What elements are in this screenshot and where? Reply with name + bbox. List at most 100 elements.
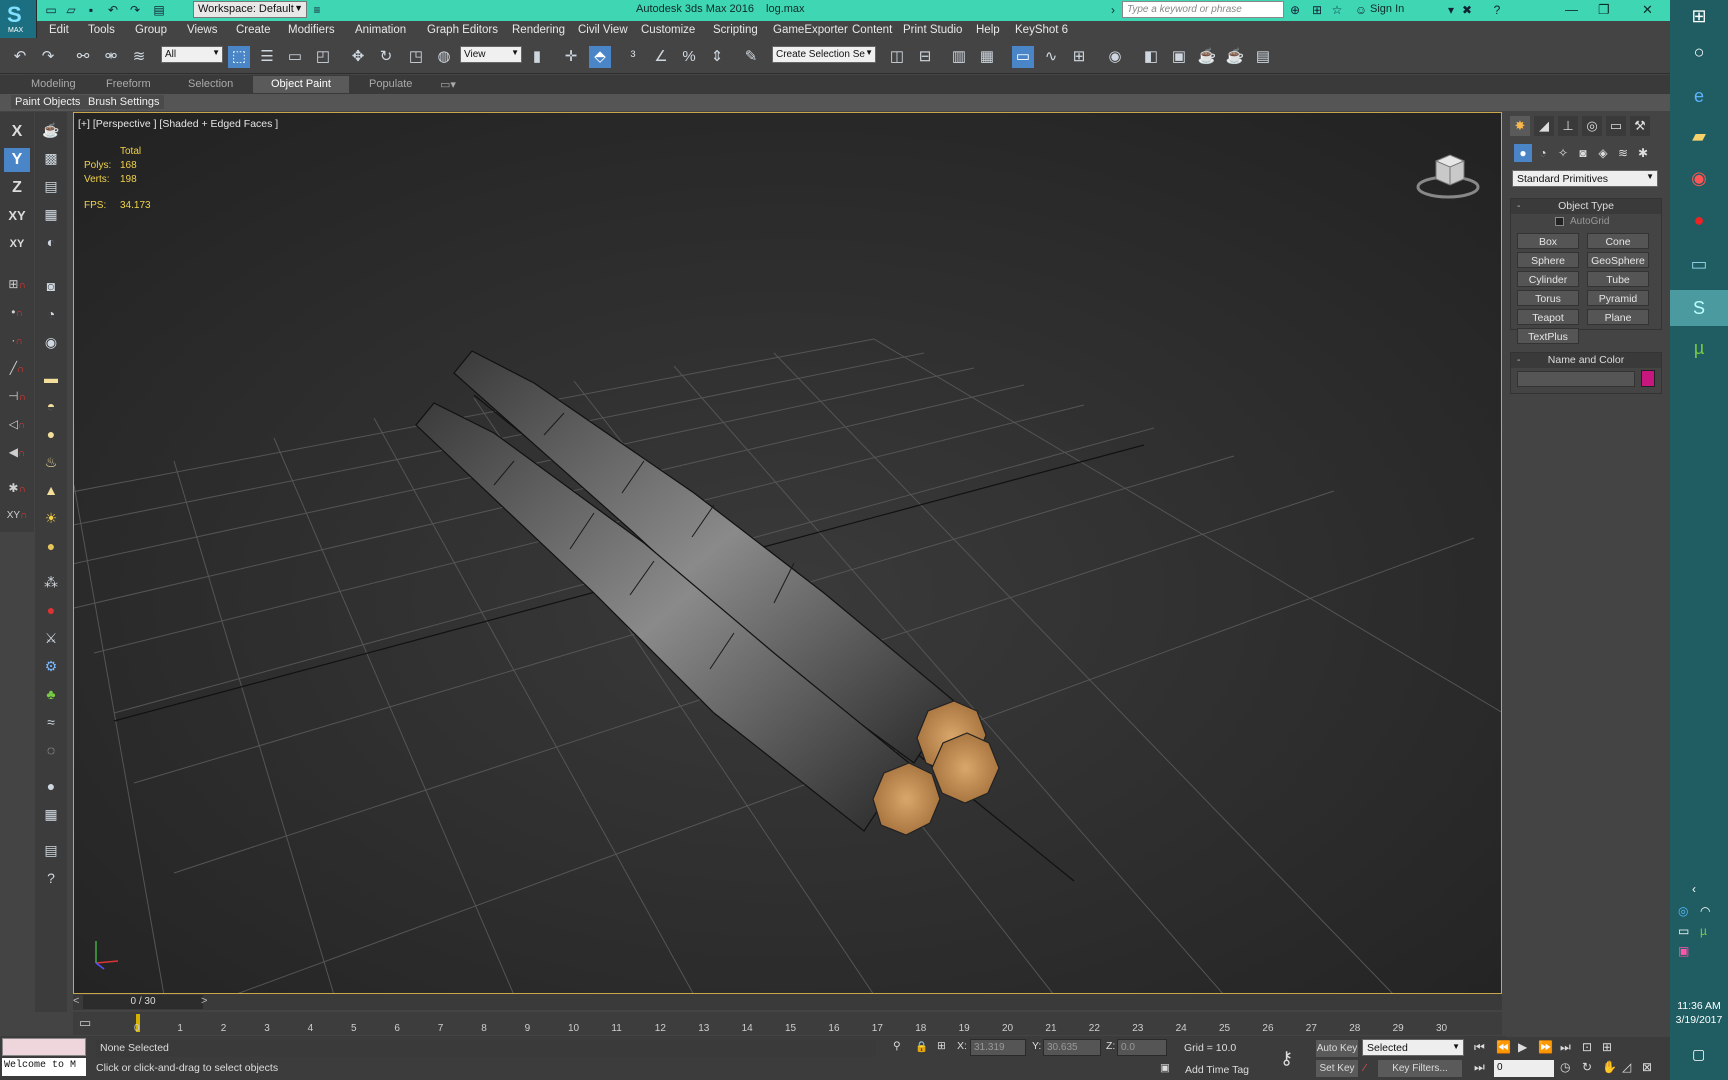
snap-edge-icon[interactable]: ╱∩ [4,356,30,380]
light-bulb-icon[interactable]: ◐ [41,232,61,252]
mirror-icon[interactable]: ◫ [886,46,908,68]
orbit-icon[interactable]: ↻ [1582,1060,1592,1074]
display-app-icon[interactable]: ▭ [1687,252,1711,276]
textplus-button[interactable]: TextPlus [1517,328,1579,344]
select-by-name-icon[interactable]: ☰ [256,46,278,68]
maxscript-mini-listener[interactable]: Welcome to M [0,1036,90,1080]
pan-view-icon[interactable]: ✋ [1602,1060,1617,1074]
track-bar[interactable]: ▭ 0 1 2 3 4 5 6 7 8 9 10 11 12 13 14 15 16 17 18 19 20 21 22 23… [73,1012,1502,1035]
set-key-button[interactable]: Set Key [1316,1060,1358,1077]
move-icon[interactable]: ✥ [347,46,369,68]
wifi-icon[interactable]: ◠ [1700,904,1710,918]
material-editor-icon[interactable]: ◉ [1104,46,1126,68]
subscription-icon[interactable]: ⊞ [1310,3,1324,17]
file-explorer-icon[interactable]: ▰ [1687,124,1711,148]
render-iterative-icon[interactable]: ☕ [1224,46,1246,68]
current-frame-field[interactable]: 0 [1494,1060,1554,1077]
key-filters-button[interactable]: Key Filters... [1378,1060,1462,1077]
primitive-category-dropdown[interactable]: Standard Primitives ▼ [1512,170,1658,187]
pivot-center-icon[interactable]: ▮ [526,46,548,68]
menu-gameexporter[interactable]: GameExporter [773,24,848,36]
dynamics-icon[interactable]: ● [41,600,61,620]
menu-modifiers[interactable]: Modifiers [288,24,335,36]
menu-group[interactable]: Group [135,24,167,36]
unlink-icon[interactable]: ⚮ [100,46,122,68]
exchange-apps-icon[interactable]: ✖ [1460,3,1474,17]
time-slider[interactable]: < 0 / 30 > [73,994,1502,1010]
binoculars-icon[interactable]: ⊕ [1288,3,1302,17]
cameras-icon[interactable]: ◙ [1574,144,1592,162]
object-type-header[interactable]: - Object Type [1511,199,1661,214]
object-color-swatch[interactable] [1641,370,1655,387]
torus-button[interactable]: Torus [1517,290,1579,306]
play-icon[interactable]: ▶ [1518,1040,1527,1054]
panel-brush-settings[interactable]: Brush Settings [84,95,164,109]
rigging-icon[interactable]: ⚔ [41,628,61,648]
selection-lock-icon[interactable]: 🔒 [915,1040,928,1053]
video-camera-icon[interactable]: ◉ [41,332,61,352]
system-clock[interactable]: 11:36 AM 3/19/2017 [1670,999,1728,1027]
rotate-icon[interactable]: ↻ [375,46,397,68]
perspective-viewport[interactable]: [+] [Perspective ] [Shaded + Edged Faces… [73,112,1502,994]
network-app-icon[interactable]: ◎ [1678,904,1688,918]
field-of-view-icon[interactable]: ◿ [1622,1060,1631,1074]
absolute-mode-icon[interactable]: ⊞ [937,1040,946,1052]
redo-icon[interactable]: ↷ [128,3,142,17]
utilities-tab-icon[interactable]: ⚒ [1630,116,1650,136]
key-icon[interactable]: ⚷ [1280,1048,1293,1069]
windows-start-icon[interactable]: ⊞ [1687,4,1711,28]
menu-print-studio[interactable]: Print Studio [903,24,962,36]
maximize-button[interactable]: ❐ [1598,2,1610,18]
y-coordinate-field[interactable]: 30.635 [1043,1039,1101,1056]
tab-object-paint[interactable]: Object Paint [253,76,349,93]
plane-button[interactable]: Plane [1587,309,1649,325]
utorrent-tray-icon[interactable]: µ [1700,924,1707,938]
constrain-xy-button[interactable]: XY [4,204,30,228]
edge-browser-icon[interactable]: e [1687,84,1711,108]
cylinder-button[interactable]: Cylinder [1517,271,1579,287]
undo-icon[interactable]: ↶ [106,3,120,17]
z-coordinate-field[interactable]: 0.0 [1117,1039,1167,1056]
utorrent-icon[interactable]: µ [1687,336,1711,360]
constrain-xy-plane-button[interactable]: XY [4,232,30,256]
project-folder-icon[interactable]: ▤ [152,3,166,17]
red-app-icon[interactable]: ● [1687,208,1711,232]
menu-tools[interactable]: Tools [88,24,115,36]
snap-grid-icon[interactable]: ⊞∩ [4,272,30,296]
viewport-label[interactable]: [+] [Perspective ] [Shaded + Edged Faces… [78,118,278,130]
help-circle-icon[interactable]: ? [41,868,61,888]
menu-rendering[interactable]: Rendering [512,24,565,36]
bind-spacewarp-icon[interactable]: ≋ [128,46,150,68]
time-prev-arrow[interactable]: < [73,995,79,1007]
lights-icon[interactable]: ✧ [1554,144,1572,162]
sound-icon[interactable]: ◔ [41,304,61,324]
help-icon[interactable]: ? [1490,3,1504,17]
sky-dome-icon[interactable]: ● [41,536,61,556]
render-production-icon[interactable]: ☕ [1196,46,1218,68]
sphere-button[interactable]: Sphere [1517,252,1579,268]
link-icon[interactable]: ⚯ [72,46,94,68]
chevron-down-icon[interactable]: ▾ [1444,3,1458,17]
snap-vertex-icon[interactable]: ·∩ [4,328,30,352]
snap-face-icon[interactable]: ◁∩ [4,412,30,436]
listener-input[interactable]: Welcome to M [2,1058,86,1076]
layers-icon[interactable]: ▤ [41,840,61,860]
close-button[interactable]: ✕ [1642,2,1653,18]
menu-civil-view[interactable]: Civil View [578,24,628,36]
cone-icon[interactable]: ▲ [41,480,61,500]
hemisphere-icon[interactable]: ◓ [41,396,61,416]
percent-snap-icon[interactable]: % [678,46,700,68]
scene-list-icon[interactable]: ▤ [41,176,61,196]
teapot-button[interactable]: Teapot [1517,309,1579,325]
box-primitive-icon[interactable]: ▬ [41,368,61,388]
tab-populate[interactable]: Populate [369,78,412,90]
chrome-icon[interactable]: ◉ [1687,166,1711,190]
previous-frame-icon[interactable]: ⏪ [1496,1040,1511,1054]
layer-manager-icon[interactable]: ▥ [948,46,970,68]
snap-endpoint-icon[interactable]: ⊣∩ [4,384,30,408]
3ds-max-taskbar-icon[interactable]: S [1670,290,1728,326]
window-crossing-icon[interactable]: ◰ [312,46,334,68]
select-object-icon[interactable]: ⬚ [228,46,250,68]
tab-selection[interactable]: Selection [188,78,233,90]
redo-icon[interactable]: ↷ [37,46,59,68]
